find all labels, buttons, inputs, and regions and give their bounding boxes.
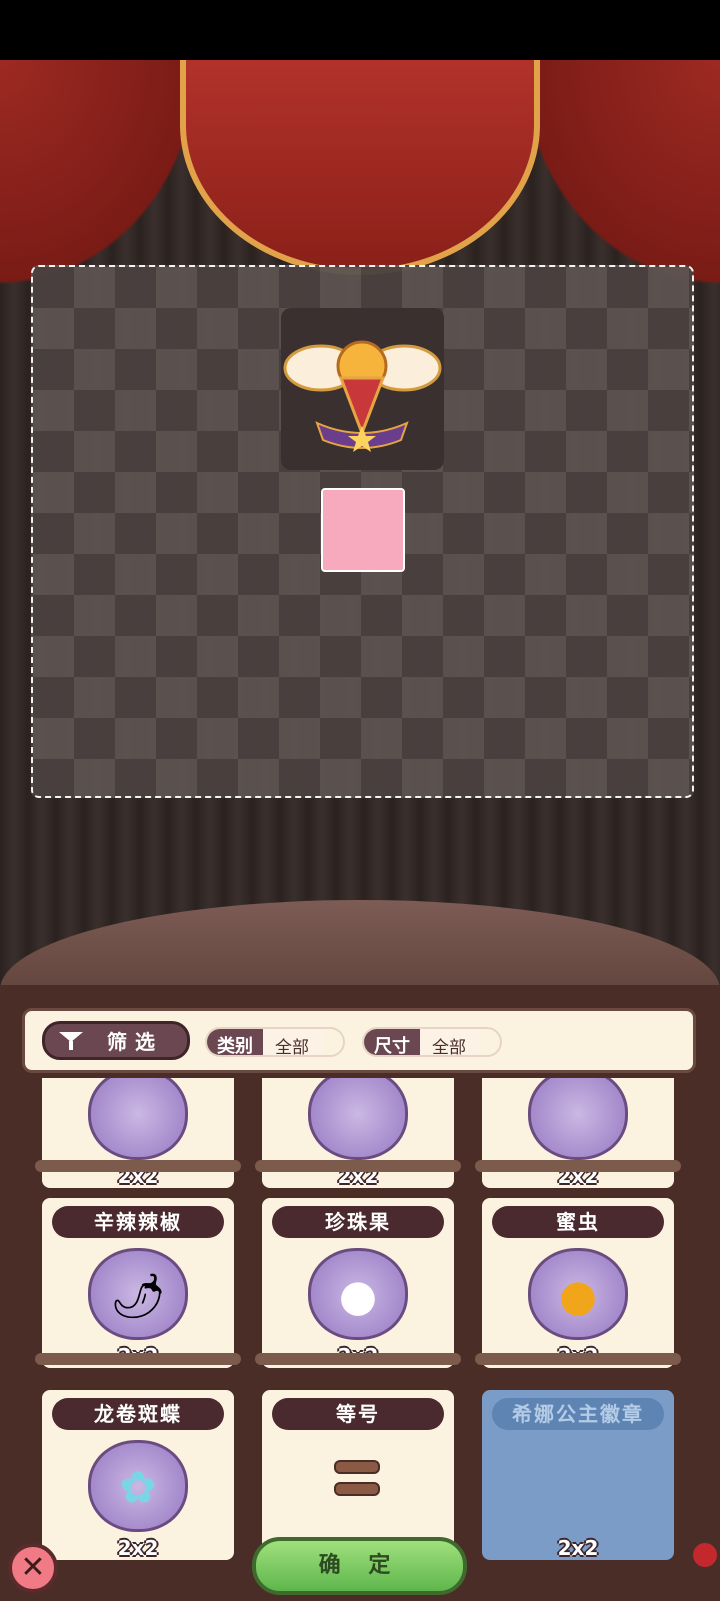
size-filter-chip[interactable]: 尺寸 全部 bbox=[362, 1027, 502, 1057]
pearl-fruit-icon: ● bbox=[308, 1248, 408, 1340]
shelf bbox=[475, 1160, 681, 1172]
item-size: 2x2 bbox=[557, 1536, 599, 1560]
item-grid: 2x2 2x2 2x2 辛辣辣椒 🌶 2x2 珍珠果 ● 2x2 蜜虫 ● 2x… bbox=[0, 1078, 720, 1578]
item-size: 2x2 bbox=[117, 1536, 159, 1560]
item-card-butterfly[interactable]: 龙卷斑蝶 ✿ 2x2 bbox=[42, 1390, 234, 1560]
item-card-honey-bug[interactable]: 蜜虫 ● 2x2 bbox=[482, 1198, 674, 1368]
item-title: 希娜公主徽章 bbox=[492, 1398, 664, 1430]
item-title: 龙卷斑蝶 bbox=[52, 1398, 224, 1430]
shelf bbox=[475, 1353, 681, 1365]
placed-badge[interactable] bbox=[281, 308, 444, 470]
shelf bbox=[255, 1160, 461, 1172]
filter-button[interactable]: 筛选 bbox=[42, 1021, 190, 1060]
item-card-princess-badge[interactable]: 希娜公主徽章 2x2 bbox=[482, 1390, 674, 1560]
shelf bbox=[35, 1353, 241, 1365]
chili-pepper-icon: 🌶 bbox=[88, 1248, 188, 1340]
item-icon bbox=[88, 1078, 188, 1160]
item-icon bbox=[528, 1078, 628, 1160]
shelf bbox=[255, 1353, 461, 1365]
item-card-pearl-fruit[interactable]: 珍珠果 ● 2x2 bbox=[262, 1198, 454, 1368]
size-value: 全部 bbox=[420, 1029, 480, 1055]
item-title: 珍珠果 bbox=[272, 1206, 444, 1238]
category-label: 类别 bbox=[207, 1029, 263, 1055]
honey-bug-icon: ● bbox=[528, 1248, 628, 1340]
selected-pink-tile[interactable] bbox=[321, 488, 405, 572]
item-title: 蜜虫 bbox=[492, 1206, 664, 1238]
winged-badge-icon bbox=[283, 340, 442, 452]
status-bar bbox=[0, 0, 720, 60]
category-filter-chip[interactable]: 类别 全部 bbox=[205, 1027, 345, 1057]
category-value: 全部 bbox=[263, 1029, 323, 1055]
close-button[interactable]: ✕ bbox=[8, 1543, 58, 1593]
item-title: 等号 bbox=[272, 1398, 444, 1430]
close-icon: ✕ bbox=[20, 1550, 46, 1585]
ladybug-icon bbox=[693, 1543, 717, 1567]
item-title: 辛辣辣椒 bbox=[52, 1206, 224, 1238]
item-card-equals[interactable]: 等号 bbox=[262, 1390, 454, 1560]
confirm-button[interactable]: 确 定 bbox=[252, 1537, 467, 1595]
item-icon bbox=[308, 1078, 408, 1160]
butterfly-icon: ✿ bbox=[88, 1440, 188, 1532]
filter-button-label: 筛选 bbox=[107, 1030, 163, 1054]
funnel-icon bbox=[59, 1031, 83, 1050]
size-label: 尺寸 bbox=[364, 1029, 420, 1055]
item-card-chili[interactable]: 辛辣辣椒 🌶 2x2 bbox=[42, 1198, 234, 1368]
shelf bbox=[35, 1160, 241, 1172]
